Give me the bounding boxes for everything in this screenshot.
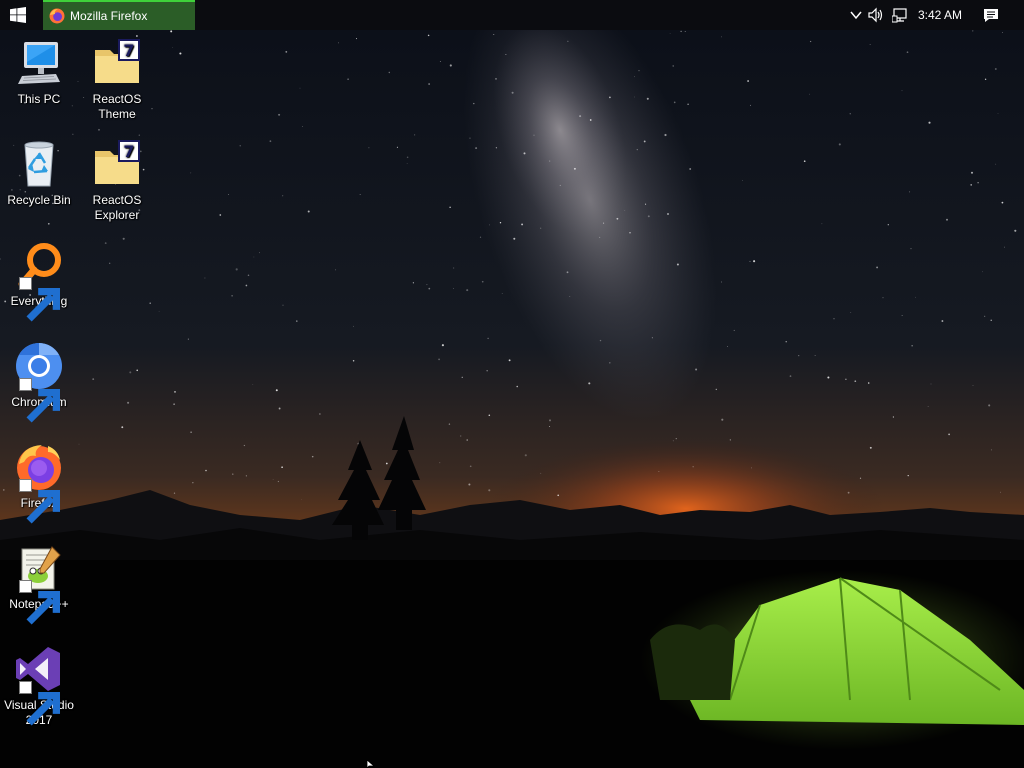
7zip-archive-icon: 7: [95, 39, 140, 83]
chevron-up-icon[interactable]: [848, 7, 864, 23]
shortcut-arrow-icon: [19, 479, 61, 524]
desktop-icon-everything[interactable]: Everything: [1, 240, 77, 322]
desktop-icon-reactos-theme[interactable]: 7 ReactOS Theme: [79, 38, 155, 122]
desktop-icon-visual-studio-2017[interactable]: Visual Studio 2017: [1, 644, 77, 728]
svg-text:7: 7: [123, 41, 134, 60]
action-center-icon[interactable]: [983, 7, 999, 23]
shortcut-arrow-icon: [19, 681, 61, 726]
taskbar-button-label: Mozilla Firefox: [70, 9, 148, 23]
desktop-icon-this-pc[interactable]: This PC: [1, 38, 77, 107]
recycle-bin-icon: [24, 141, 54, 187]
computer-icon: [18, 42, 60, 84]
desktop-icon-reactos-explorer[interactable]: 7 ReactOS Explorer: [79, 139, 155, 223]
network-icon[interactable]: [892, 7, 908, 23]
windows-logo-icon: [10, 7, 26, 23]
firefox-icon: [49, 8, 65, 24]
start-button[interactable]: [0, 0, 36, 30]
mouse-pointer-icon: [366, 760, 376, 768]
svg-text:7: 7: [123, 142, 134, 161]
shortcut-arrow-icon: [19, 277, 61, 322]
taskbar-button-firefox[interactable]: Mozilla Firefox: [43, 0, 195, 30]
desktop-icon-notepad-plus-plus[interactable]: Notepad++: [1, 543, 77, 625]
shortcut-arrow-icon: [19, 580, 61, 625]
taskbar-clock[interactable]: 3:42 AM: [918, 7, 962, 23]
7zip-archive-icon: 7: [95, 140, 140, 184]
speaker-icon[interactable]: [868, 7, 884, 23]
desktop-icon-recycle-bin[interactable]: Recycle Bin: [1, 139, 77, 208]
taskbar: Mozilla Firefox 3:42 AM: [0, 0, 1024, 30]
desktop-icon-chromium[interactable]: Chromium: [1, 341, 77, 423]
shortcut-arrow-icon: [19, 378, 61, 423]
desktop-icon-firefox[interactable]: Firefox: [1, 442, 77, 524]
